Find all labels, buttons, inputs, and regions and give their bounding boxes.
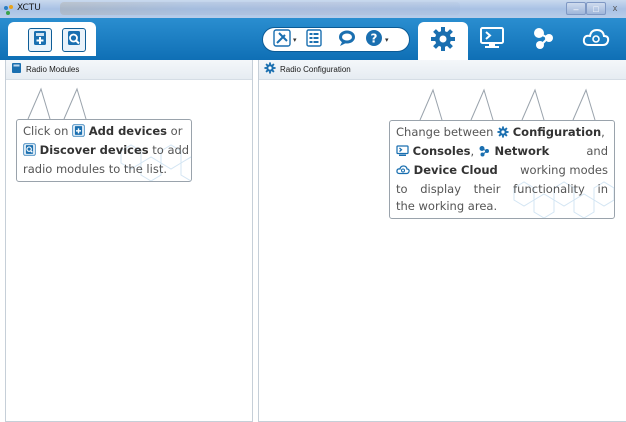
console-icon	[479, 26, 505, 54]
radio-configuration-header: Radio Configuration	[259, 60, 626, 80]
hint-text: the working area.	[396, 199, 498, 213]
help-menu-button[interactable]: ? ▾	[365, 29, 389, 52]
cloud-icon	[396, 164, 410, 181]
help-icon: ?	[365, 29, 383, 52]
add-devices-hint-text: Click on Add devices or Discover devices…	[17, 120, 191, 178]
tools-menu-button[interactable]: ▾	[273, 28, 297, 52]
title-bar-background	[60, 2, 460, 15]
network-label: Network	[494, 144, 550, 158]
title-bar: XCTU – □ x	[0, 0, 626, 18]
hint-text: to display their functionality in	[396, 182, 608, 196]
device-cloud-mode-button[interactable]	[582, 28, 610, 52]
working-modes-hint: Change between Configuration, Consoles, …	[389, 120, 615, 219]
tools-icon	[273, 28, 291, 52]
help-caret: ▾	[385, 36, 389, 44]
console-icon	[396, 145, 409, 162]
hint-text: to add	[148, 143, 190, 157]
discover-devices-icon	[65, 29, 83, 52]
hint-text: working modes	[520, 163, 608, 177]
gear-icon	[430, 26, 456, 57]
add-device-icon	[72, 124, 85, 142]
configuration-label: Configuration	[512, 125, 602, 139]
frames-button[interactable]	[306, 28, 322, 52]
discover-devices-icon	[23, 143, 36, 161]
radio-modules-title: Radio Modules	[26, 65, 80, 74]
hint-text: and	[586, 144, 608, 158]
hint-text: Change between	[396, 125, 498, 139]
window-title: XCTU	[17, 3, 41, 13]
gear-icon	[497, 126, 509, 143]
network-icon	[531, 26, 557, 55]
add-device-icon	[31, 29, 49, 52]
close-button[interactable]: x	[606, 2, 624, 15]
discover-devices-button[interactable]	[62, 28, 86, 52]
feedback-icon	[337, 29, 357, 52]
hint-text: ,	[601, 125, 605, 139]
add-devices-hint: Click on Add devices or Discover devices…	[16, 119, 192, 182]
radio-module-icon	[11, 61, 22, 79]
consoles-mode-button[interactable]	[478, 26, 506, 54]
feedback-button[interactable]	[337, 29, 357, 52]
maximize-button[interactable]: □	[586, 2, 606, 15]
radio-configuration-title: Radio Configuration	[280, 65, 351, 74]
hint-text: ,	[470, 144, 478, 158]
hint-text: Click on	[23, 124, 73, 138]
discover-devices-label: Discover devices	[39, 143, 149, 157]
tools-caret: ▾	[293, 36, 297, 44]
add-devices-label: Add devices	[88, 124, 168, 138]
cloud-icon	[582, 27, 610, 54]
frames-icon	[306, 28, 322, 52]
network-mode-button[interactable]	[530, 26, 558, 55]
add-devices-button[interactable]	[28, 28, 52, 52]
left-callout-pointers	[27, 87, 87, 120]
svg-text:?: ?	[371, 31, 378, 45]
configuration-mode-tab[interactable]	[418, 22, 468, 60]
hint-text: or	[167, 124, 183, 138]
hint-text: radio modules to the list.	[23, 162, 167, 176]
consoles-label: Consoles	[412, 144, 471, 158]
main-toolbar: ▾ ? ▾	[0, 18, 626, 60]
working-modes-hint-text: Change between Configuration, Consoles, …	[390, 121, 614, 215]
gear-icon	[264, 61, 276, 79]
device-cloud-label: Device Cloud	[413, 163, 498, 177]
minimize-button[interactable]: –	[566, 2, 586, 15]
tools-pill: ▾ ? ▾	[262, 27, 410, 52]
right-callout-pointers	[419, 88, 596, 121]
radio-modules-header: Radio Modules	[6, 60, 252, 80]
network-icon	[478, 145, 491, 162]
xctu-app-icon	[3, 3, 15, 15]
